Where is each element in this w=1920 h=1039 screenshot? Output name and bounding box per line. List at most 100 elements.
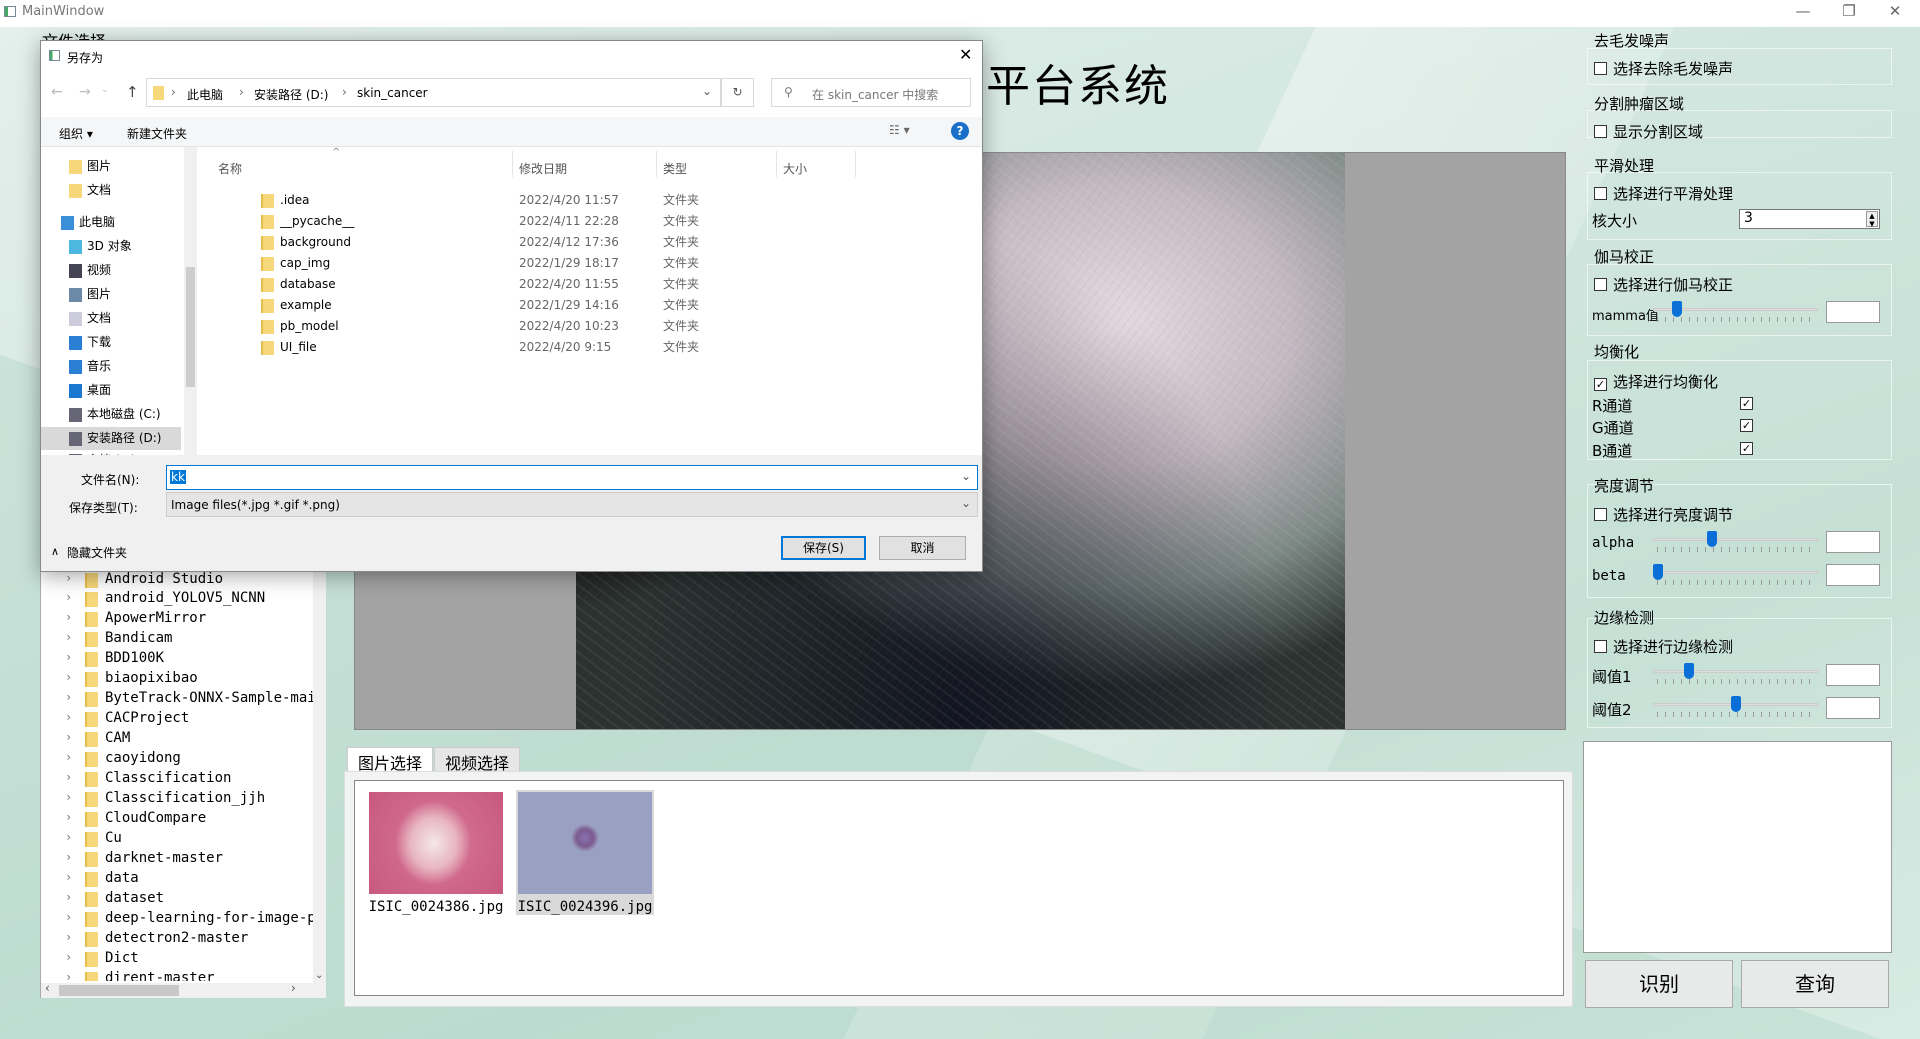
chevron-right-icon[interactable]: › — [65, 730, 72, 744]
filetype-select[interactable]: Image files(*.jpg *.gif *.png) ⌄ — [166, 492, 978, 517]
horizontal-scrollbar[interactable]: ‹ › — [41, 981, 326, 998]
column-header-date[interactable]: 修改日期 — [519, 160, 567, 177]
tree-item[interactable]: › dataset — [41, 889, 313, 909]
address-bar[interactable]: › 此电脑 › 安装路径 (D:) › skin_cancer ⌄ — [146, 78, 721, 107]
chevron-right-icon[interactable]: › — [65, 810, 72, 824]
threshold1-value-input[interactable] — [1826, 664, 1880, 686]
beta-value-input[interactable] — [1826, 564, 1880, 586]
cancel-button[interactable]: 取消 — [879, 536, 966, 560]
nav-item[interactable]: 音乐 — [41, 355, 181, 378]
tree-item[interactable]: › deep-learning-for-image-processing — [41, 909, 313, 929]
nav-item[interactable]: 文档 — [41, 179, 181, 202]
nav-item[interactable]: 本地磁盘 (C:) — [41, 403, 181, 426]
organize-button[interactable]: 组织 ▾ — [59, 125, 93, 142]
chevron-right-icon[interactable]: › — [65, 950, 72, 964]
smooth-checkbox[interactable]: 选择进行平滑处理 — [1594, 183, 1733, 204]
alpha-value-input[interactable] — [1826, 531, 1880, 553]
hide-folders-toggle[interactable]: 隐藏文件夹 — [67, 544, 127, 561]
view-options-icon[interactable]: ☷ ▾ — [889, 123, 910, 137]
g-channel-checkbox[interactable]: ✓ — [1740, 419, 1753, 432]
slider-handle[interactable] — [1653, 564, 1663, 580]
search-input[interactable]: ⚲ 在 skin_cancer 中搜索 — [771, 78, 971, 107]
thumbnail-caption[interactable]: ISIC_0024396.jpg — [516, 897, 654, 917]
threshold2-value-input[interactable] — [1826, 697, 1880, 719]
threshold2-slider[interactable] — [1653, 695, 1818, 721]
tree-item[interactable]: › CACProject — [41, 709, 313, 729]
tab-image-select[interactable]: 图片选择 — [347, 747, 434, 773]
r-channel-checkbox[interactable]: ✓ — [1740, 397, 1753, 410]
vertical-scrollbar[interactable]: ⌄ — [313, 561, 326, 983]
chevron-right-icon[interactable]: › — [65, 610, 72, 624]
tree-item[interactable]: › dirent-master — [41, 969, 313, 981]
back-icon[interactable]: ← — [51, 84, 63, 100]
slider-handle[interactable] — [1684, 663, 1694, 679]
tree-item[interactable]: › Dict — [41, 949, 313, 969]
file-row[interactable]: background 2022/4/12 17:36 文件夹 — [197, 232, 831, 253]
recent-dropdown-icon[interactable]: ⌄ — [101, 85, 109, 95]
tree-item[interactable]: › Classcification_jjh — [41, 789, 313, 809]
chevron-right-icon[interactable]: › — [65, 670, 72, 684]
threshold1-slider[interactable] — [1653, 662, 1818, 688]
alpha-slider[interactable] — [1653, 530, 1818, 556]
hair-checkbox[interactable]: 选择去除毛发噪声 — [1594, 58, 1733, 79]
file-row[interactable]: __pycache__ 2022/4/11 22:28 文件夹 — [197, 211, 831, 232]
address-dropdown-icon[interactable]: ⌄ — [702, 84, 712, 98]
file-row[interactable]: .idea 2022/4/20 11:57 文件夹 — [197, 190, 831, 211]
refresh-button[interactable]: ↻ — [721, 78, 754, 107]
breadcrumb-item[interactable]: skin_cancer — [357, 86, 428, 100]
tree-item[interactable]: › Classcification — [41, 769, 313, 789]
file-tree[interactable]: › Android Studio › android_YOLOV5_NCNN › Apow… — [40, 560, 326, 998]
scrollbar-thumb[interactable] — [186, 267, 195, 387]
file-row[interactable]: UI_file 2022/4/20 9:15 文件夹 — [197, 337, 831, 358]
scroll-right-icon[interactable]: › — [291, 981, 296, 995]
close-button[interactable]: ✕ — [1880, 2, 1910, 20]
restore-button[interactable]: ❐ — [1834, 2, 1864, 20]
gamma-slider[interactable] — [1653, 300, 1818, 326]
file-row[interactable]: cap_img 2022/1/29 18:17 文件夹 — [197, 253, 831, 274]
chevron-right-icon[interactable]: › — [65, 590, 72, 604]
tree-item[interactable]: › Cu — [41, 829, 313, 849]
tree-item[interactable]: › ApowerMirror — [41, 609, 313, 629]
scrollbar-thumb[interactable] — [59, 985, 179, 996]
nav-item[interactable]: 图片 — [41, 283, 181, 306]
dialog-close-button[interactable]: ✕ — [959, 45, 972, 64]
thumbnail-image[interactable] — [518, 792, 652, 894]
chevron-right-icon[interactable]: › — [65, 690, 72, 704]
up-icon[interactable]: ↑ — [126, 83, 139, 101]
chevron-right-icon[interactable]: › — [65, 790, 72, 804]
filename-dropdown-icon[interactable]: ⌄ — [961, 469, 971, 483]
edge-checkbox[interactable]: 选择进行边缘检测 — [1594, 636, 1733, 657]
save-button[interactable]: 保存(S) — [781, 536, 866, 560]
nav-item[interactable]: 3D 对象 — [41, 235, 181, 258]
tree-item[interactable]: › android_YOLOV5_NCNN — [41, 589, 313, 609]
result-textbox[interactable] — [1583, 741, 1892, 953]
brightness-checkbox[interactable]: 选择进行亮度调节 — [1594, 504, 1733, 525]
column-header-size[interactable]: 大小 — [783, 160, 807, 177]
breadcrumb-item[interactable]: 安装路径 (D:) — [254, 86, 328, 103]
chevron-right-icon[interactable]: › — [65, 930, 72, 944]
tree-item[interactable]: › CAM — [41, 729, 313, 749]
nav-item[interactable]: 桌面 — [41, 379, 181, 402]
chevron-right-icon[interactable]: › — [65, 571, 72, 585]
chevron-right-icon[interactable]: › — [65, 890, 72, 904]
chevron-right-icon[interactable]: › — [65, 910, 72, 924]
gamma-value-input[interactable] — [1826, 301, 1880, 323]
tree-item[interactable]: › BDD100K — [41, 649, 313, 669]
slider-handle[interactable] — [1730, 696, 1741, 712]
nav-item[interactable]: 此电脑 — [41, 211, 181, 234]
file-row[interactable]: database 2022/4/20 11:55 文件夹 — [197, 274, 831, 295]
nav-item[interactable]: 文档 (E:) — [41, 449, 181, 455]
tree-item[interactable]: › CloudCompare — [41, 809, 313, 829]
thumbnail-image[interactable] — [369, 792, 503, 894]
nav-item[interactable]: 安装路径 (D:) — [41, 427, 181, 450]
chevron-right-icon[interactable]: › — [65, 750, 72, 764]
filename-input[interactable]: kk ⌄ — [166, 465, 978, 490]
file-row[interactable]: example 2022/1/29 14:16 文件夹 — [197, 295, 831, 316]
tree-item[interactable]: › caoyidong — [41, 749, 313, 769]
tree-item[interactable]: › detectron2-master — [41, 929, 313, 949]
equalize-checkbox[interactable]: ✓ 选择进行均衡化 — [1594, 371, 1718, 392]
chevron-right-icon[interactable]: › — [65, 870, 72, 884]
thumbnail-caption[interactable]: ISIC_0024386.jpg — [367, 897, 505, 917]
chevron-right-icon[interactable]: › — [65, 650, 72, 664]
slider-handle[interactable] — [1671, 301, 1682, 317]
